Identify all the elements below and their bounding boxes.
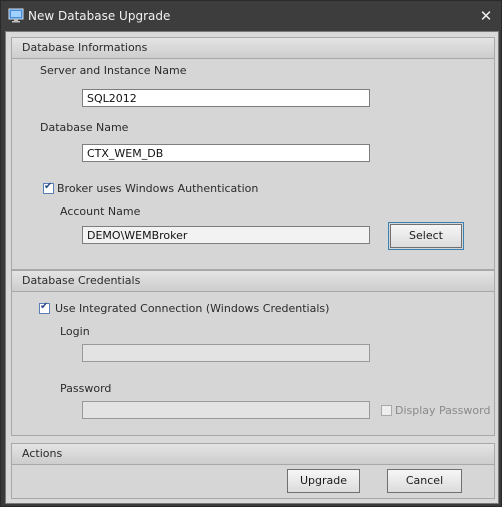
- integrated-connection-checkbox[interactable]: [39, 301, 50, 314]
- broker-auth-checkbox[interactable]: [43, 181, 54, 194]
- database-credentials-section: Database Credentials Use Integrated Conn…: [11, 270, 495, 436]
- section-header: Database Informations: [12, 38, 494, 59]
- section-header: Actions: [12, 444, 494, 465]
- password-input[interactable]: [82, 401, 370, 419]
- display-password-label: Display Password: [395, 404, 491, 417]
- close-icon[interactable]: ✕: [477, 7, 495, 25]
- section-title: Database Informations: [22, 41, 148, 54]
- section-title: Database Credentials: [22, 274, 141, 287]
- select-button[interactable]: Select: [388, 222, 464, 250]
- password-label: Password: [60, 382, 112, 395]
- integrated-connection-label: Use Integrated Connection (Windows Crede…: [55, 302, 330, 315]
- database-informations-section: Database Informations Server and Instanc…: [11, 37, 495, 270]
- section-header: Database Credentials: [12, 271, 494, 292]
- database-name-input[interactable]: CTX_WEM_DB: [82, 144, 370, 162]
- login-label: Login: [60, 325, 90, 338]
- cancel-button[interactable]: Cancel: [387, 469, 462, 493]
- server-input[interactable]: SQL2012: [82, 89, 370, 107]
- account-name-input[interactable]: DEMO\WEMBroker: [82, 226, 370, 244]
- account-name-label: Account Name: [60, 205, 141, 218]
- display-password-checkbox[interactable]: [381, 405, 392, 416]
- login-input[interactable]: [82, 344, 370, 362]
- dialog-window: New Database Upgrade ✕ Database Informat…: [0, 0, 502, 507]
- database-name-label: Database Name: [40, 121, 129, 134]
- section-title: Actions: [22, 447, 63, 460]
- database-window-icon: [8, 8, 24, 23]
- broker-auth-label: Broker uses Windows Authentication: [57, 182, 259, 195]
- upgrade-button[interactable]: Upgrade: [287, 469, 360, 493]
- dialog-body: Database Informations Server and Instanc…: [5, 31, 499, 504]
- server-label: Server and Instance Name: [40, 64, 187, 77]
- title-bar: New Database Upgrade ✕: [1, 1, 501, 31]
- window-title: New Database Upgrade: [28, 9, 171, 23]
- actions-section: Actions Upgrade Cancel: [11, 443, 495, 499]
